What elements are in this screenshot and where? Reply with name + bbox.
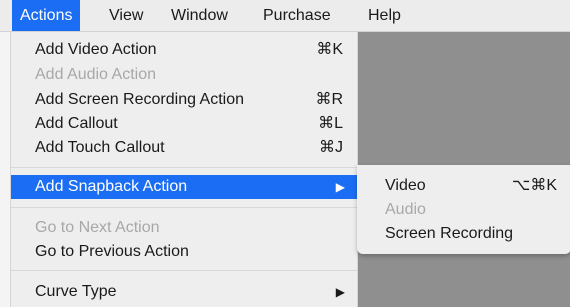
menu-item-add-snapback-action[interactable]: Add Snapback Action ▶	[11, 175, 357, 199]
menubar-item-purchase[interactable]: Purchase	[255, 0, 339, 31]
shortcut-label: ⌘R	[315, 91, 343, 108]
menu-item-label: Curve Type	[35, 283, 117, 300]
menu-item-label: Add Callout	[35, 115, 118, 132]
submenu-item-audio: Audio	[357, 198, 570, 222]
menu-separator	[11, 167, 357, 168]
shortcut-label: ⌘L	[318, 115, 343, 132]
menu-item-add-touch-callout[interactable]: Add Touch Callout ⌘J	[11, 136, 357, 160]
menu-item-label: Screen Recording	[385, 225, 514, 242]
menu-item-label: Add Touch Callout	[35, 139, 165, 156]
menu-item-label: Add Video Action	[35, 41, 157, 58]
menu-item-label: Add Audio Action	[35, 66, 156, 83]
menubar-item-view[interactable]: View	[101, 0, 151, 31]
menu-item-add-screen-recording-action[interactable]: Add Screen Recording Action ⌘R	[11, 88, 357, 112]
actions-menu: Add Video Action ⌘K Add Audio Action Add…	[10, 32, 358, 307]
menu-item-add-video-action[interactable]: Add Video Action ⌘K	[11, 38, 357, 62]
submenu-item-video[interactable]: Video ⌥⌘K	[357, 174, 570, 198]
snapback-submenu: Video ⌥⌘K Audio Screen Recording	[357, 165, 570, 254]
shortcut-label: ⌘J	[319, 139, 343, 156]
menu-item-label: Add Snapback Action	[35, 178, 188, 195]
menu-item-label: Go to Next Action	[35, 219, 160, 236]
submenu-item-screen-recording[interactable]: Screen Recording	[357, 222, 570, 246]
menu-item-label: Add Screen Recording Action	[35, 91, 245, 108]
menu-item-curve-type[interactable]: Curve Type ▶	[11, 280, 357, 304]
menu-item-label: Audio	[385, 201, 426, 218]
menu-item-add-audio-action: Add Audio Action	[11, 63, 357, 87]
shortcut-label: ⌘K	[316, 41, 343, 58]
menu-separator	[11, 270, 357, 271]
menu-item-label: Video	[385, 177, 426, 194]
submenu-arrow-icon: ▶	[335, 285, 345, 299]
menu-item-go-to-previous-action[interactable]: Go to Previous Action	[11, 240, 357, 264]
menu-bar: Actions View Window Purchase Help	[0, 0, 570, 32]
menu-item-add-callout[interactable]: Add Callout ⌘L	[11, 112, 357, 136]
menu-item-go-to-next-action: Go to Next Action	[11, 216, 357, 240]
shortcut-label: ⌥⌘K	[511, 177, 557, 194]
submenu-arrow-icon: ▶	[335, 180, 345, 194]
menu-item-label: Go to Previous Action	[35, 243, 189, 260]
menu-separator	[11, 207, 357, 208]
menubar-item-help[interactable]: Help	[360, 0, 409, 31]
menubar-item-actions[interactable]: Actions	[12, 0, 81, 31]
menubar-item-window[interactable]: Window	[163, 0, 236, 31]
